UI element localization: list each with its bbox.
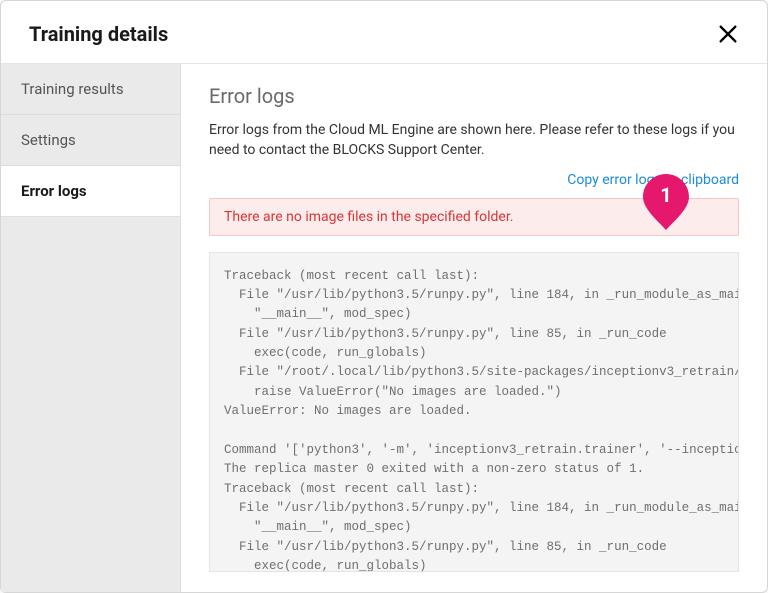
- copy-logs-link[interactable]: Copy error logs to clipboard: [567, 172, 739, 188]
- close-button[interactable]: [713, 19, 743, 49]
- content-description: Error logs from the Cloud ML Engine are …: [209, 120, 739, 161]
- modal-header: Training details: [1, 1, 767, 64]
- log-output[interactable]: Traceback (most recent call last): File …: [209, 252, 739, 572]
- tab-error-logs[interactable]: Error logs: [1, 166, 180, 217]
- sidebar: Training results Settings Error logs: [1, 64, 181, 592]
- tab-training-results[interactable]: Training results: [1, 64, 180, 115]
- copy-row: Copy error logs to clipboard: [209, 169, 739, 188]
- error-alert: There are no image files in the specifie…: [209, 198, 739, 236]
- content-heading: Error logs: [209, 84, 739, 108]
- modal-body: Training results Settings Error logs Err…: [1, 64, 767, 592]
- modal-title: Training details: [29, 22, 168, 46]
- training-details-modal: Training details Training results Settin…: [0, 0, 768, 593]
- tab-settings[interactable]: Settings: [1, 115, 180, 166]
- close-icon: [717, 23, 739, 45]
- content-area: Error logs Error logs from the Cloud ML …: [181, 64, 767, 592]
